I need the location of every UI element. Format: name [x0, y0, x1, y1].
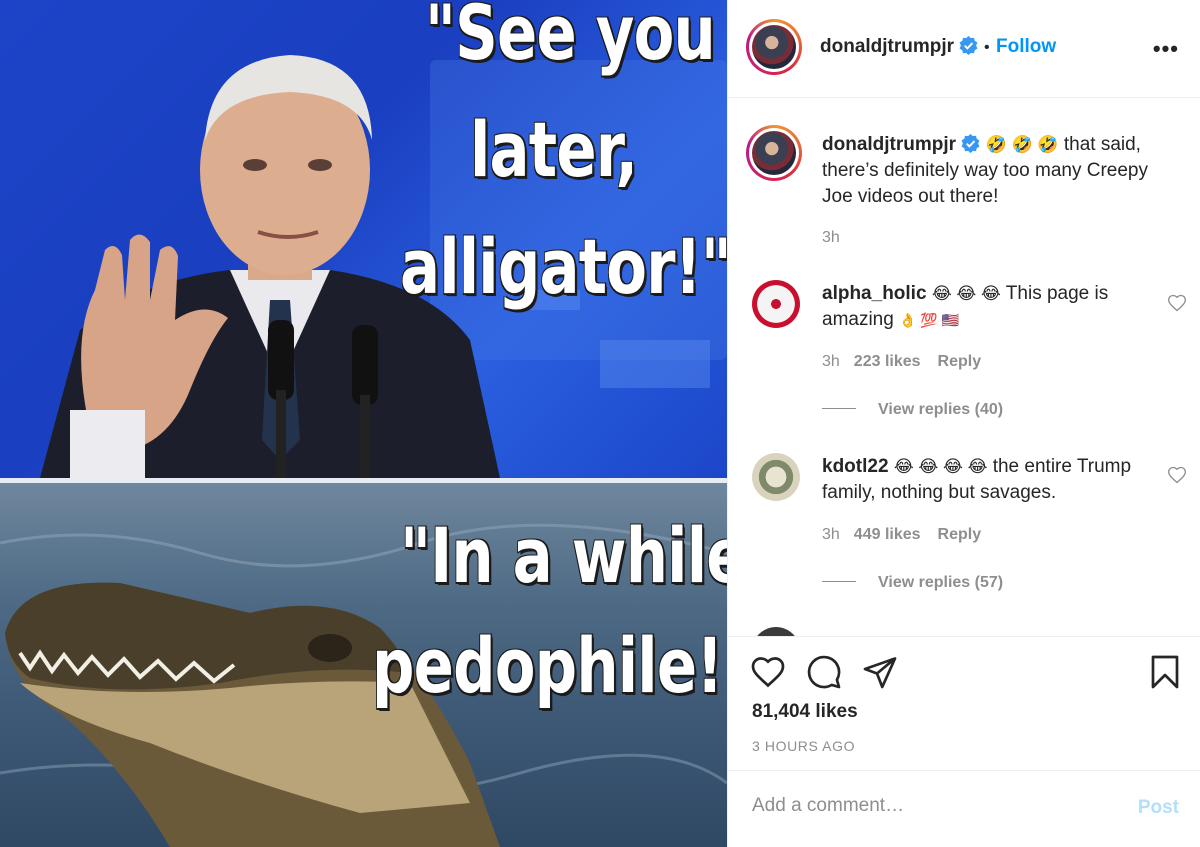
caption-time: 3h: [822, 229, 840, 246]
comment-emojis: 😂 😂 😂: [931, 284, 1001, 303]
comment-avatar-alpha-holic[interactable]: [752, 280, 800, 328]
add-comment-bar: Post: [728, 770, 1200, 847]
meme-caption-top-2: later,: [470, 105, 638, 194]
add-comment-input[interactable]: [752, 795, 1092, 817]
like-comment-heart-icon[interactable]: [1167, 293, 1187, 313]
save-bookmark-icon[interactable]: [1147, 654, 1183, 690]
post-sidebar: donaldjtrumpjr • Follow ••• donaldjtrump…: [727, 0, 1200, 847]
like-comment-heart-icon[interactable]: [1167, 465, 1187, 485]
meme-caption-bottom-1: "In a while,: [400, 511, 727, 600]
header-separator: •: [983, 39, 990, 56]
comment-username[interactable]: kdotl22: [822, 456, 889, 477]
comment-likes[interactable]: 223 likes: [854, 353, 921, 370]
meme-bottom-panel: "In a while, pedophile!": [0, 483, 727, 847]
post-comment-button[interactable]: Post: [1138, 797, 1179, 819]
comment-text: kdotl22 😂 😂 😂 😂 the entire Trump family,…: [822, 454, 1152, 506]
author-avatar[interactable]: [746, 19, 802, 75]
meme-caption-bottom-2: pedophile!": [372, 621, 727, 710]
view-replies-button[interactable]: View replies (40): [822, 401, 1003, 419]
verified-badge-icon: [959, 36, 977, 55]
meme-caption-top-1: "See you: [425, 0, 716, 77]
post-likes-count[interactable]: 81,404 likes: [752, 701, 858, 723]
caption-username[interactable]: donaldjtrumpjr: [822, 134, 956, 155]
post-media[interactable]: "See you later, alligator!" "In a while,…: [0, 0, 727, 847]
more-options-icon[interactable]: •••: [1153, 36, 1179, 62]
comments-list[interactable]: donaldjtrumpjr 🤣 🤣 🤣 that said, there’s …: [728, 99, 1200, 636]
caption-emojis: 🤣 🤣 🤣: [985, 135, 1059, 154]
comment-avatar-partial[interactable]: [752, 627, 800, 636]
post-timestamp[interactable]: 3 HOURS AGO: [752, 738, 855, 754]
comment-meta: 3h 223 likes Reply: [822, 353, 981, 371]
caption-avatar[interactable]: [746, 125, 802, 181]
comment-trailing-emojis: 👌 💯 🇺🇸: [899, 312, 960, 328]
author-username[interactable]: donaldjtrumpjr: [820, 36, 954, 57]
meme-top-panel: "See you later, alligator!": [0, 0, 727, 478]
follow-button[interactable]: Follow: [996, 36, 1056, 57]
reply-button[interactable]: Reply: [938, 526, 982, 543]
comment-emojis: 😂 😂 😂 😂: [893, 457, 988, 476]
comment-likes[interactable]: 449 likes: [854, 526, 921, 543]
comment-bubble-icon[interactable]: [806, 654, 842, 690]
comment-text: alpha_holic 😂 😂 😂 This page is amazing 👌…: [822, 281, 1152, 333]
post-actions: 81,404 likes 3 HOURS AGO: [728, 636, 1200, 769]
verified-badge-icon: [961, 134, 980, 153]
like-heart-icon[interactable]: [750, 654, 786, 690]
view-replies-button[interactable]: View replies (57): [822, 574, 1003, 592]
comment-time: 3h: [822, 353, 840, 370]
reply-button[interactable]: Reply: [938, 353, 982, 370]
comment-time: 3h: [822, 526, 840, 543]
post-header: donaldjtrumpjr • Follow •••: [728, 0, 1200, 98]
comment-meta: 3h 449 likes Reply: [822, 526, 981, 544]
caption-text: donaldjtrumpjr 🤣 🤣 🤣 that said, there’s …: [822, 132, 1152, 210]
share-send-icon[interactable]: [862, 654, 898, 690]
meme-caption-top-3: alligator!": [400, 222, 727, 311]
comment-username[interactable]: alpha_holic: [822, 283, 927, 304]
comment-avatar-kdotl22[interactable]: [752, 453, 800, 501]
